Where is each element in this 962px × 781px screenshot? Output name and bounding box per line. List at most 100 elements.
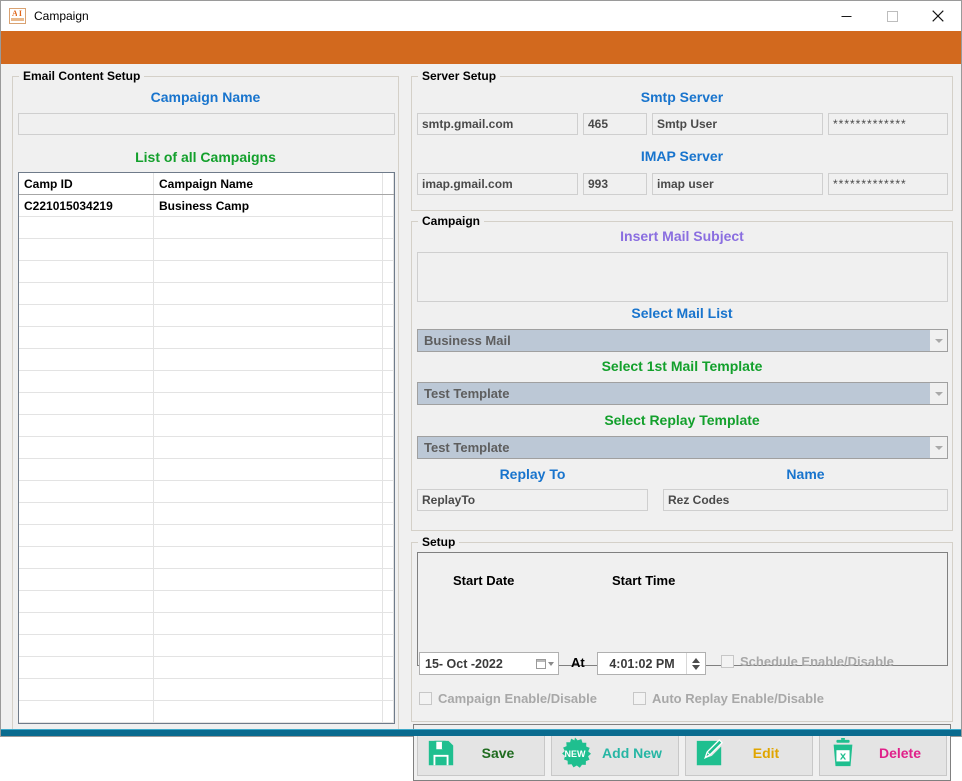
table-row-empty[interactable]	[19, 502, 394, 525]
select-mail-list-heading: Select Mail List	[631, 305, 733, 321]
time-spinner-icon[interactable]	[686, 653, 705, 674]
column-header-blank[interactable]	[382, 173, 394, 195]
trash-x-icon: x	[826, 736, 860, 770]
edit-button-label: Edit	[752, 744, 780, 761]
window-controls	[823, 1, 961, 31]
start-date-picker[interactable]: 15- Oct -2022	[419, 652, 559, 675]
insert-mail-subject-heading: Insert Mail Subject	[620, 228, 744, 244]
table-row-empty[interactable]	[19, 678, 394, 701]
delete-button[interactable]: x Delete	[819, 729, 947, 776]
email-content-setup-title: Email Content Setup	[19, 69, 145, 83]
campaign-list-grid[interactable]: Camp ID Campaign Name C221015034219 Busi…	[18, 172, 395, 724]
table-row-empty[interactable]	[19, 458, 394, 481]
minimize-button[interactable]	[823, 1, 869, 31]
table-row-empty[interactable]	[19, 656, 394, 679]
save-button[interactable]: Save	[417, 729, 545, 776]
start-time-picker[interactable]: 4:01:02 PM	[597, 652, 706, 675]
table-row-empty[interactable]	[19, 392, 394, 415]
orange-header-banner	[1, 31, 961, 64]
table-row-empty[interactable]	[19, 722, 394, 723]
table-row-empty[interactable]	[19, 238, 394, 261]
first-template-selected-value: Test Template	[418, 383, 930, 404]
table-row-empty[interactable]	[19, 480, 394, 503]
replay-template-dropdown[interactable]: Test Template	[417, 436, 948, 459]
table-row-empty[interactable]	[19, 282, 394, 305]
schedule-panel	[417, 552, 948, 666]
campaign-enable-label: Campaign Enable/Disable	[438, 691, 597, 706]
app-logo-icon: AI	[9, 8, 26, 24]
name-heading: Name	[786, 466, 825, 482]
imap-server-heading: IMAP Server	[640, 148, 724, 164]
campaign-name-heading: Campaign Name	[150, 89, 261, 105]
start-time-label: Start Time	[612, 573, 676, 588]
smtp-password-input[interactable]: *************	[828, 113, 948, 135]
add-new-button[interactable]: NEW Add New	[551, 729, 679, 776]
campaign-enable-checkbox[interactable]: Campaign Enable/Disable	[419, 691, 597, 706]
first-mail-template-dropdown[interactable]: Test Template	[417, 382, 948, 405]
checkbox-box[interactable]	[419, 692, 432, 705]
calendar-icon[interactable]	[532, 658, 558, 669]
checkbox-box[interactable]	[721, 655, 734, 668]
svg-text:x: x	[840, 750, 847, 762]
table-row-empty[interactable]	[19, 414, 394, 437]
replay-to-input[interactable]: ReplayTo	[417, 489, 648, 511]
replay-template-selected-value: Test Template	[418, 437, 930, 458]
start-date-value: 15- Oct -2022	[425, 656, 503, 671]
setup-group-title: Setup	[418, 535, 460, 549]
campaign-name-input[interactable]	[18, 113, 395, 135]
table-row-empty[interactable]	[19, 524, 394, 547]
window-title: Campaign	[34, 9, 89, 23]
cell-campaign-name: Business Camp	[153, 194, 383, 217]
campaign-list-table: Camp ID Campaign Name C221015034219 Busi…	[19, 173, 394, 723]
table-row[interactable]: C221015034219 Business Camp	[19, 194, 394, 217]
smtp-port-input[interactable]: 465	[583, 113, 647, 135]
campaign-list-heading: List of all Campaigns	[135, 149, 276, 165]
checkbox-box[interactable]	[633, 692, 646, 705]
table-row-empty[interactable]	[19, 612, 394, 635]
app-logo-divider	[17, 9, 18, 18]
table-row-empty[interactable]	[19, 304, 394, 327]
imap-host-input[interactable]: imap.gmail.com	[417, 173, 578, 195]
at-label: At	[571, 655, 585, 670]
replay-to-heading: Replay To	[499, 466, 566, 482]
maximize-button[interactable]	[869, 1, 915, 31]
chevron-down-icon[interactable]	[930, 437, 947, 458]
table-row-empty[interactable]	[19, 326, 394, 349]
cell-camp-id: C221015034219	[19, 194, 154, 217]
imap-port-input[interactable]: 993	[583, 173, 647, 195]
mail-list-selected-value: Business Mail	[418, 330, 930, 351]
campaign-group-title: Campaign	[418, 214, 485, 228]
table-row-empty[interactable]	[19, 260, 394, 283]
edit-button[interactable]: Edit	[685, 729, 813, 776]
imap-password-input[interactable]: *************	[828, 173, 948, 195]
smtp-host-input[interactable]: smtp.gmail.com	[417, 113, 578, 135]
new-starburst-icon: NEW	[558, 736, 592, 770]
auto-replay-enable-checkbox[interactable]: Auto Replay Enable/Disable	[633, 691, 824, 706]
select-first-template-heading: Select 1st Mail Template	[601, 358, 763, 374]
chevron-down-icon[interactable]	[930, 383, 947, 404]
floppy-disk-icon	[424, 736, 458, 770]
imap-user-input[interactable]: imap user	[652, 173, 823, 195]
name-input[interactable]: Rez Codes	[663, 489, 948, 511]
column-header-campaign-name[interactable]: Campaign Name	[153, 173, 383, 195]
table-row-empty[interactable]	[19, 370, 394, 393]
schedule-enable-checkbox[interactable]: Schedule Enable/Disable	[721, 654, 894, 669]
mail-subject-input[interactable]	[417, 252, 948, 302]
smtp-server-heading: Smtp Server	[640, 89, 724, 105]
smtp-user-input[interactable]: Smtp User	[652, 113, 823, 135]
title-bar: AI Campaign	[1, 1, 961, 31]
mail-list-dropdown[interactable]: Business Mail	[417, 329, 948, 352]
table-row-empty[interactable]	[19, 634, 394, 657]
svg-text:NEW: NEW	[565, 749, 587, 759]
column-header-camp-id[interactable]: Camp ID	[19, 173, 154, 195]
table-row-empty[interactable]	[19, 216, 394, 239]
table-row-empty[interactable]	[19, 436, 394, 459]
table-row-empty[interactable]	[19, 568, 394, 591]
table-row-empty[interactable]	[19, 546, 394, 569]
table-row-empty[interactable]	[19, 700, 394, 723]
chevron-down-icon[interactable]	[930, 330, 947, 351]
table-row-empty[interactable]	[19, 348, 394, 371]
table-row-empty[interactable]	[19, 590, 394, 613]
app-logo-bar	[11, 18, 24, 21]
close-button[interactable]	[915, 1, 961, 31]
